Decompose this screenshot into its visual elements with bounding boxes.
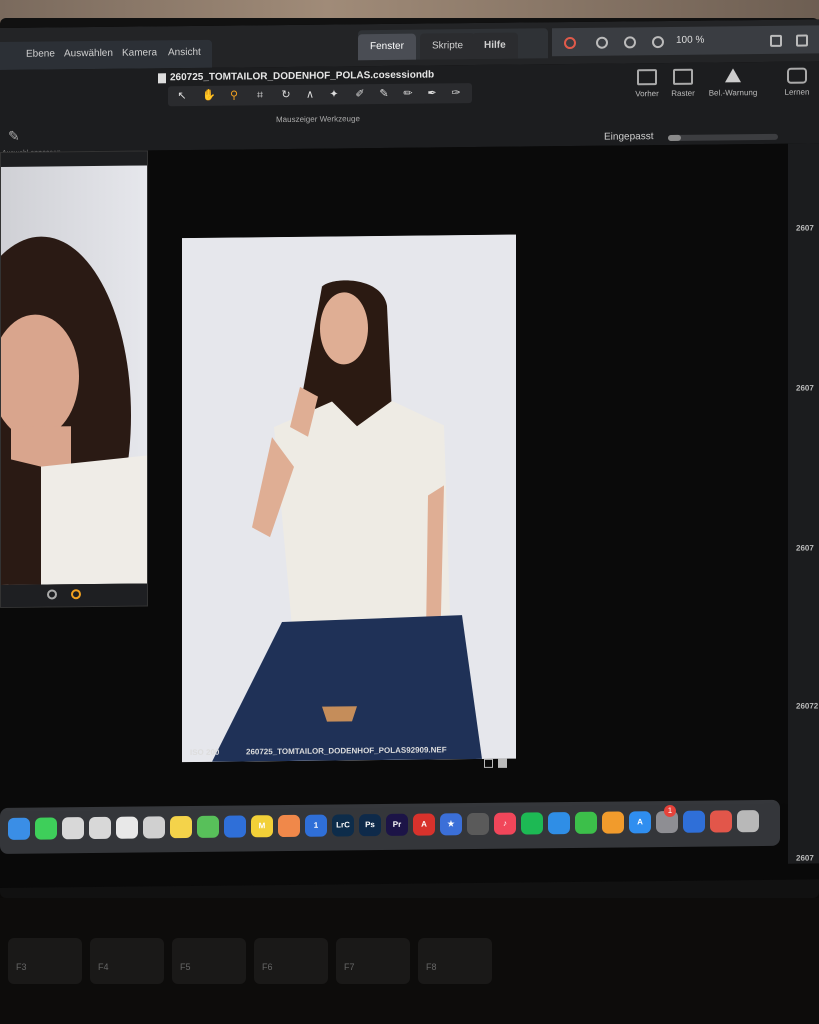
- grid-button-label: Raster: [671, 88, 695, 98]
- timer-icon[interactable]: [652, 36, 664, 49]
- main-photo[interactable]: [182, 234, 516, 763]
- zoom-readout: 100 %: [676, 34, 705, 46]
- zoom-slider[interactable]: [668, 133, 778, 142]
- dock-app-icon[interactable]: [278, 814, 300, 838]
- notification-badge: 1: [664, 804, 676, 818]
- gauge-icon[interactable]: [624, 36, 636, 49]
- menu-item-scripts[interactable]: Skripte: [420, 33, 476, 60]
- brush-tool-icon[interactable]: ✐: [354, 88, 366, 100]
- secondary-photo: [1, 165, 147, 585]
- dock-finder-icon[interactable]: [8, 817, 30, 840]
- record-icon[interactable]: [564, 36, 576, 50]
- dock-photoshop-icon[interactable]: Ps: [359, 814, 381, 837]
- rotate-tool-icon[interactable]: ↻: [280, 89, 292, 101]
- pointer-tool-icon[interactable]: ↖: [176, 90, 188, 102]
- right-panel: 2607 2607 2607 26072 2607: [788, 143, 819, 864]
- dock-acrobat-icon[interactable]: A: [413, 813, 435, 836]
- dock-spotify-icon[interactable]: [521, 812, 543, 835]
- secondary-viewer-footer: [1, 583, 147, 607]
- eraser-tool-icon[interactable]: ✎: [378, 88, 390, 100]
- keyboard-key: F7: [336, 938, 410, 984]
- keyboard-key: F8: [418, 938, 492, 984]
- search-icon[interactable]: [770, 34, 782, 47]
- dock-notes-icon[interactable]: [170, 815, 192, 839]
- crop-tool-icon[interactable]: ⌗: [254, 89, 266, 101]
- zoom-icon[interactable]: [71, 589, 81, 600]
- right-panel-label: 2607: [796, 383, 814, 393]
- menu-item-view[interactable]: Ansicht: [156, 40, 213, 67]
- dock-music-icon[interactable]: ♪: [494, 812, 516, 835]
- fit-label: Eingepasst: [604, 131, 654, 143]
- menu-item-window[interactable]: Fenster: [358, 33, 416, 61]
- viewer: ISO 200 260725_TOMTAILOR_DODENHOF_POLAS9…: [0, 143, 788, 812]
- right-panel-label: 2607: [796, 223, 814, 233]
- right-panel-label: 2607: [796, 543, 814, 553]
- dock-1password-icon[interactable]: 1: [305, 814, 327, 837]
- dock-app-icon[interactable]: [143, 816, 165, 839]
- keyboard-key: F6: [254, 938, 328, 984]
- document-icon: [158, 73, 166, 84]
- keyboard-key: F3: [8, 938, 82, 984]
- zoom-tool-icon[interactable]: ⚲: [228, 89, 240, 102]
- checkbox-icon[interactable]: [484, 758, 493, 768]
- dock-app-icon[interactable]: [224, 815, 246, 838]
- menu-group-right: Fenster Skripte Hilfe: [358, 28, 548, 61]
- picker-tool-icon[interactable]: ✒: [426, 87, 438, 99]
- dock-numbers-icon[interactable]: [575, 811, 597, 834]
- gradient-tool-icon[interactable]: ✏: [402, 88, 414, 100]
- panel-icon[interactable]: [796, 34, 808, 47]
- dock-app-icon[interactable]: ★: [440, 813, 462, 836]
- toolbar: 260725_TOMTAILOR_DODENHOF_POLAS.cosessio…: [0, 61, 819, 157]
- target-icon[interactable]: [596, 36, 608, 49]
- right-panel-label: 26072: [796, 701, 819, 711]
- dock-folder-icon[interactable]: [710, 810, 732, 833]
- spot-tool-icon[interactable]: ✦: [328, 88, 340, 100]
- dock-app-icon[interactable]: [89, 816, 111, 840]
- camera-icon: [787, 67, 807, 84]
- status-icons: 100 %: [552, 25, 819, 57]
- dock-app-icon[interactable]: [197, 815, 219, 838]
- exposure-warning-icon: [725, 68, 741, 83]
- keyboard: F3 F4 F5 F6 F7 F8: [0, 898, 819, 1024]
- exposure-warning-label: Bel.-Warnung: [708, 88, 758, 98]
- dock-miro-icon[interactable]: M: [251, 815, 273, 838]
- adjust-selection-icon[interactable]: ✎: [8, 128, 24, 144]
- square-icon[interactable]: [498, 758, 507, 768]
- tools-caption: Mauszeiger Werkzeuge: [276, 114, 360, 125]
- iso-label: ISO 200: [190, 747, 220, 758]
- dock-trash-icon[interactable]: [737, 810, 759, 833]
- dock-pages-icon[interactable]: [602, 811, 624, 834]
- grid-icon: [673, 68, 693, 85]
- dock-keynote-icon[interactable]: [548, 812, 570, 835]
- cursor-tools: ↖ ✋ ⚲ ⌗ ↻ ∧ ✦ ✐ ✎ ✏ ✒ ✑: [168, 83, 472, 107]
- learn-button-label: Lernen: [784, 87, 810, 97]
- document-title: 260725_TOMTAILOR_DODENHOF_POLAS.cosessio…: [170, 69, 435, 84]
- dock-app-store-icon[interactable]: A: [629, 811, 651, 834]
- dock-app-icon[interactable]: [62, 817, 84, 840]
- learn-button[interactable]: Lernen: [768, 67, 819, 97]
- dock-app-icon[interactable]: [467, 812, 489, 836]
- secondary-viewer[interactable]: [0, 150, 148, 609]
- keystone-tool-icon[interactable]: ∧: [304, 89, 316, 101]
- exposure-warning-button[interactable]: Bel.-Warnung: [704, 68, 762, 98]
- dock: M 1 LrC Ps Pr A ★ ♪ A 1: [0, 799, 780, 854]
- dock-messages-icon[interactable]: [35, 817, 57, 840]
- menu-item-help[interactable]: Hilfe: [472, 32, 518, 60]
- dock-lightroom-classic-icon[interactable]: LrC: [332, 814, 354, 837]
- menu-group-left: Ebene Auswählen Kamera Ansicht: [0, 39, 213, 70]
- dock-app-icon[interactable]: [116, 816, 138, 839]
- search-icon[interactable]: [47, 589, 57, 600]
- keyboard-key: F5: [172, 938, 246, 984]
- zoom-slider-fill: [668, 134, 682, 142]
- keyboard-key: F4: [90, 938, 164, 984]
- hand-tool-icon[interactable]: ✋: [202, 90, 216, 102]
- dock-premiere-icon[interactable]: Pr: [386, 813, 408, 836]
- dock-app-icon[interactable]: [683, 810, 705, 833]
- screen: Ebene Auswählen Kamera Ansicht Fenster S…: [0, 19, 819, 888]
- annotate-tool-icon[interactable]: ✑: [450, 87, 462, 99]
- right-panel-label: 2607: [796, 853, 814, 863]
